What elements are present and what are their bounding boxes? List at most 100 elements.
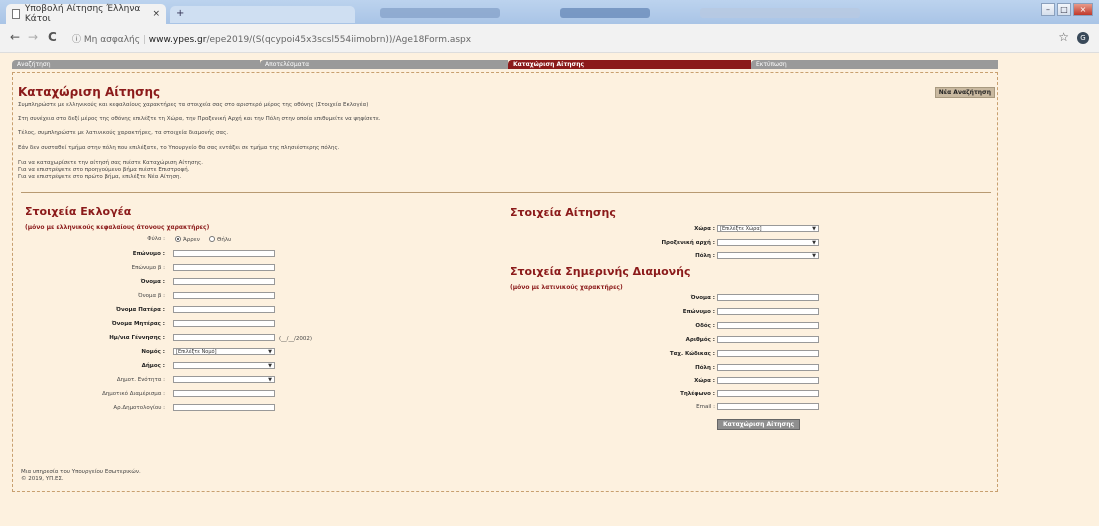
birthdate-label: Ημ/νια Γέννησης : xyxy=(109,335,165,341)
maximize-icon[interactable]: □ xyxy=(1057,3,1071,16)
consulate-label: Προξενική αρχή : xyxy=(661,240,715,246)
father-name-field[interactable] xyxy=(173,306,275,313)
birthdate-hint: (__/__/2002) xyxy=(279,336,312,342)
mother-name-label: Όνομα Μητέρας : xyxy=(111,321,165,327)
instruction-line: Συμπληρώστε με ελληνικούς και κεφαλαίους… xyxy=(18,102,369,108)
new-tab-icon[interactable]: + xyxy=(176,8,184,19)
instruction-line: Για να επιστρέψετε στο προηγούμενο βήμα … xyxy=(18,167,190,173)
residence-section-title: Στοιχεία Σημερινής Διαμονής xyxy=(510,265,691,278)
forward-icon[interactable]: → xyxy=(28,30,38,44)
minimize-icon[interactable]: – xyxy=(1041,3,1055,16)
gender-male-radio[interactable] xyxy=(175,236,181,242)
municipality-label: Δήμος : xyxy=(141,363,165,369)
firstname-label: Όνομα : xyxy=(140,279,165,285)
tab-results[interactable]: Αποτελέσματα xyxy=(260,60,508,69)
res-surname-field[interactable] xyxy=(717,308,819,315)
browser-tab-active[interactable]: Υποβολή Αίτησης Έλληνα Κάτοι × xyxy=(6,4,166,24)
res-number-label: Αριθμός : xyxy=(685,337,715,343)
tab-search[interactable]: Αναζήτηση xyxy=(12,60,260,69)
surname-field[interactable] xyxy=(173,250,275,257)
municipal-unit-select[interactable]: ▼ xyxy=(173,376,275,383)
browser-tab-inactive[interactable]: + xyxy=(170,6,355,23)
browser-tab-bar: Υποβολή Αίτησης Έλληνα Κάτοι × + – □ × xyxy=(0,0,1099,24)
dropdown-arrow-icon: ▼ xyxy=(812,226,816,232)
birthdate-field[interactable] xyxy=(173,334,275,341)
res-email-field[interactable] xyxy=(717,403,819,410)
window-close-icon[interactable]: × xyxy=(1073,3,1093,16)
browser-tab-title: Υποβολή Αίτησης Έλληνα Κάτοι xyxy=(24,4,141,24)
application-section-title: Στοιχεία Αίτησης xyxy=(510,206,616,219)
main-panel: Καταχώριση Αίτησης Νέα Αναζήτηση Συμπληρ… xyxy=(12,72,998,492)
url-host: www.ypes.gr xyxy=(148,35,207,45)
res-email-label: Email : xyxy=(696,404,715,410)
security-label[interactable]: ⓘ Μη ασφαλής xyxy=(72,35,140,45)
municipal-district-label: Δημοτικό Διαμέρισμα : xyxy=(102,391,165,397)
reload-icon[interactable]: C xyxy=(48,30,57,44)
res-country-label: Χώρα : xyxy=(694,378,715,384)
res-city-label: Πόλη : xyxy=(695,365,715,371)
res-street-field[interactable] xyxy=(717,322,819,329)
city-label: Πόλη : xyxy=(695,253,715,259)
surname2-label: Επώνυμο β : xyxy=(131,265,165,271)
mother-name-field[interactable] xyxy=(173,320,275,327)
country-value: [Επιλέξτε Χώρα] xyxy=(720,226,762,232)
dropdown-arrow-icon: ▼ xyxy=(812,253,816,259)
blurred-region xyxy=(380,8,500,18)
back-icon[interactable]: ← xyxy=(10,30,20,44)
municipal-unit-label: Δημοτ. Ενότητα : xyxy=(116,377,165,383)
res-city-field[interactable] xyxy=(717,364,819,371)
gender-label: Φύλο : xyxy=(147,236,165,242)
footer-service: Μια υπηρεσία του Υπουργείου Εσωτερικών. xyxy=(21,469,141,475)
residence-section-subtitle: (μόνο με λατινικούς χαρακτήρες) xyxy=(510,284,623,291)
res-postcode-label: Ταχ. Κώδικας : xyxy=(669,351,715,357)
footer-copyright: © 2019, ΥΠ.ΕΣ. xyxy=(21,476,64,482)
voter-section-subtitle: (μόνο με ελληνικούς κεφαλαίους άτονους χ… xyxy=(25,224,210,231)
country-select[interactable]: [Επιλέξτε Χώρα] ▼ xyxy=(717,225,819,232)
step-menu: Αναζήτηση Αποτελέσματα Καταχώριση Αίτηση… xyxy=(12,60,998,69)
res-country-field[interactable] xyxy=(717,377,819,384)
bookmark-star-icon[interactable]: ☆ xyxy=(1058,30,1069,44)
consulate-select[interactable]: ▼ xyxy=(717,239,819,246)
blurred-region xyxy=(560,8,650,18)
url-field[interactable]: ⓘ Μη ασφαλής | www.ypes.gr/epe2019/(S(qc… xyxy=(72,32,471,45)
firstname-field[interactable] xyxy=(173,278,275,285)
surname-label: Επώνυμο : xyxy=(132,251,165,257)
firstname2-label: Όνομα β : xyxy=(138,293,165,299)
res-phone-field[interactable] xyxy=(717,390,819,397)
submit-application-button[interactable]: Καταχώριση Αίτησης xyxy=(717,419,801,430)
municipal-district-field[interactable] xyxy=(173,390,275,397)
divider xyxy=(21,192,991,193)
city-select[interactable]: ▼ xyxy=(717,252,819,259)
prefecture-value: [Επιλέξτε Νομό] xyxy=(176,349,217,355)
close-tab-icon[interactable]: × xyxy=(152,9,160,19)
prefecture-select[interactable]: [Επιλέξτε Νομό] ▼ xyxy=(173,348,275,355)
surname2-field[interactable] xyxy=(173,264,275,271)
res-firstname-field[interactable] xyxy=(717,294,819,301)
dropdown-arrow-icon: ▼ xyxy=(268,377,272,383)
gender-male-label: Άρρεν xyxy=(183,237,200,243)
dropdown-arrow-icon: ▼ xyxy=(268,349,272,355)
address-bar: ← → C ⓘ Μη ασφαλής | www.ypes.gr/epe2019… xyxy=(0,24,1099,53)
instruction-line: Για να επιστρέψετε στο πρώτο βήμα, επιλέ… xyxy=(18,174,182,180)
municipality-select[interactable]: ▼ xyxy=(173,362,275,369)
instruction-line: Εάν δεν συσταθεί τμήμα στην πόλη που επι… xyxy=(18,145,340,151)
instruction-line: Στη συνέχεια στο δεξί μέρος της οθόνης ε… xyxy=(18,116,381,122)
avatar[interactable]: G xyxy=(1077,32,1089,44)
page-title: Καταχώριση Αίτησης xyxy=(18,85,161,99)
tab-print[interactable]: Εκτύπωση xyxy=(751,60,998,69)
url-path: /epe2019/(S(qcypoi45x3scsl554iimobrn))/A… xyxy=(206,35,472,45)
voter-section-title: Στοιχεία Εκλογέα xyxy=(25,205,132,218)
gender-female-radio[interactable] xyxy=(209,236,215,242)
firstname2-field[interactable] xyxy=(173,292,275,299)
res-postcode-field[interactable] xyxy=(717,350,819,357)
registry-number-label: Αρ.Δημοτολογίου : xyxy=(113,405,165,411)
new-search-button[interactable]: Νέα Αναζήτηση xyxy=(934,87,995,98)
country-label: Χώρα : xyxy=(694,226,715,232)
gender-female-label: Θήλυ xyxy=(217,237,232,243)
registry-number-field[interactable] xyxy=(173,404,275,411)
res-number-field[interactable] xyxy=(717,336,819,343)
res-street-label: Οδός : xyxy=(695,323,715,329)
res-firstname-label: Όνομα : xyxy=(690,295,715,301)
res-surname-label: Επώνυμο : xyxy=(682,309,715,315)
tab-application-entry[interactable]: Καταχώριση Αίτησης xyxy=(508,60,751,69)
